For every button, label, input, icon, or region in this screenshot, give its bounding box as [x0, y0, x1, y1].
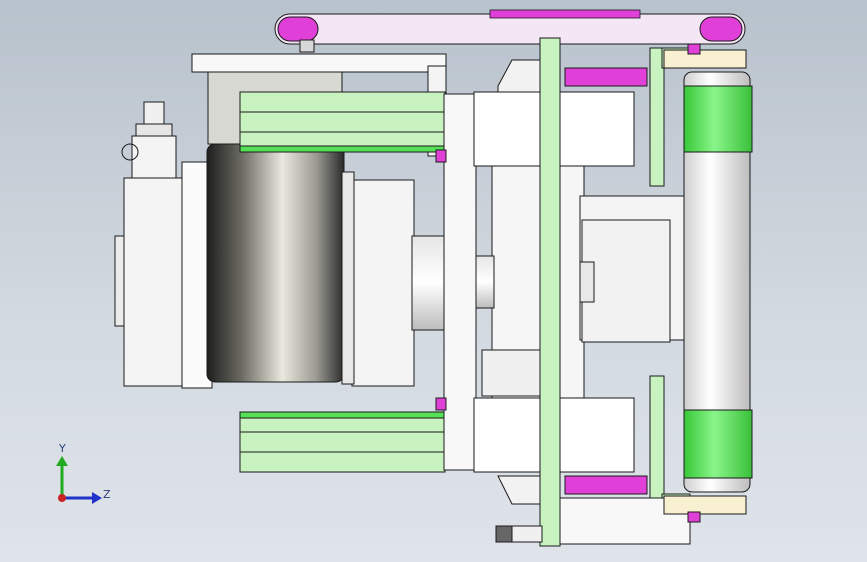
coordinate-triad: Y Z	[56, 442, 111, 504]
y-axis-arrowhead	[56, 456, 68, 466]
z-axis-label: Z	[103, 488, 111, 501]
electric-motor	[206, 143, 355, 385]
green-linear-rail-bottom	[239, 411, 446, 473]
z-axis-arrowhead	[92, 492, 102, 504]
origin-marker	[58, 494, 66, 502]
central-frame	[443, 91, 685, 473]
timing-belt-top	[274, 9, 746, 53]
cad-model-drawing: Y Z	[56, 9, 753, 547]
green-linear-rail-top	[239, 91, 446, 153]
cad-viewport[interactable]: Y Z	[0, 0, 867, 562]
y-axis-label: Y	[58, 442, 66, 455]
